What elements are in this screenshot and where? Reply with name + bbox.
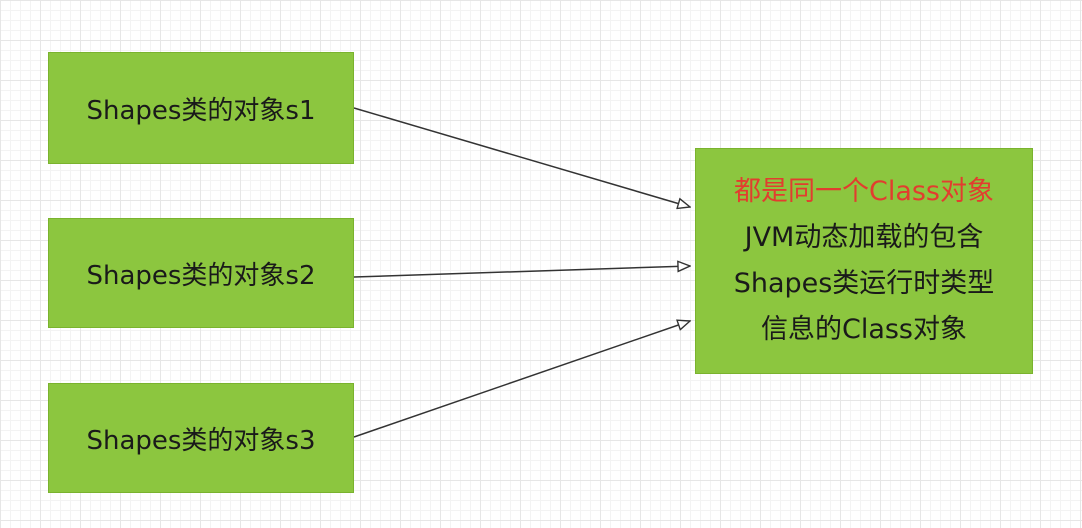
class-object-title: 都是同一个Class对象 [733, 176, 995, 207]
arrow-s2-to-class [353, 266, 690, 278]
class-object-desc-line-2: Shapes类运行时类型 [733, 268, 995, 299]
object-s3-box: Shapes类的对象s3 [48, 383, 354, 493]
arrow-s3-to-class [353, 321, 690, 438]
object-s1-label: Shapes类的对象s1 [86, 95, 316, 126]
object-s2-label: Shapes类的对象s2 [86, 260, 316, 291]
object-s3-label: Shapes类的对象s3 [86, 425, 316, 456]
object-s1-box: Shapes类的对象s1 [48, 52, 354, 164]
object-s2-box: Shapes类的对象s2 [48, 218, 354, 328]
class-object-desc-line-1: JVM动态加载的包含 [744, 222, 984, 253]
class-object-box: 都是同一个Class对象 JVM动态加载的包含 Shapes类运行时类型 信息的… [695, 148, 1033, 374]
arrow-s1-to-class [353, 107, 690, 207]
class-object-desc-line-3: 信息的Class对象 [760, 314, 968, 345]
